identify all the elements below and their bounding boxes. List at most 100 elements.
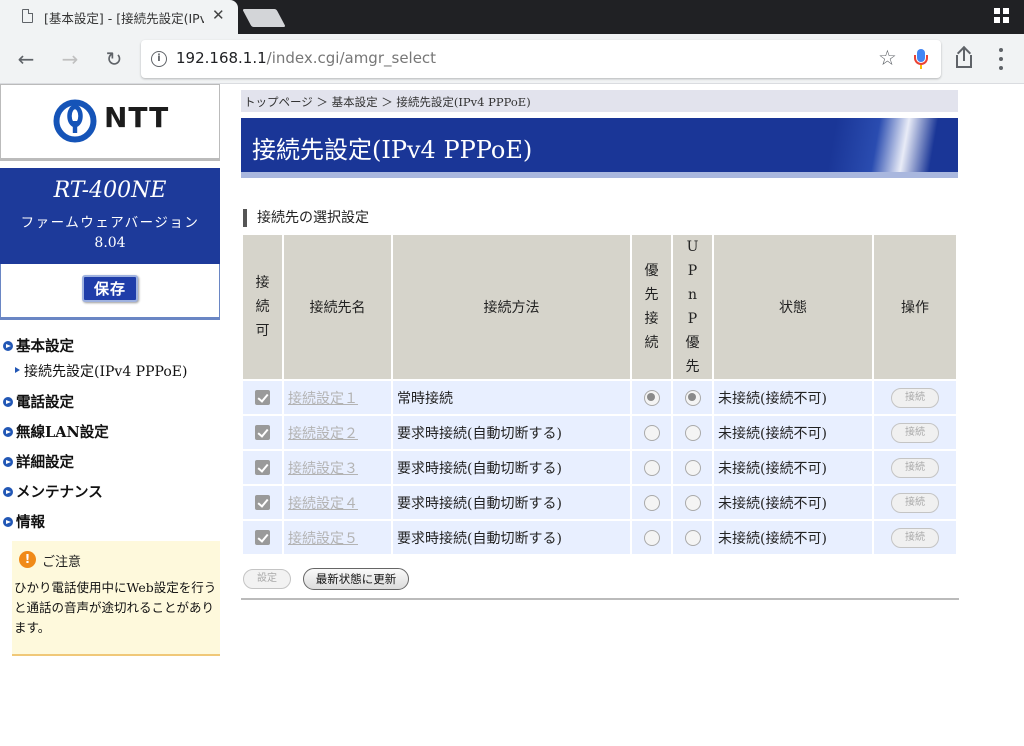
connection-state: 未接続(接続不可) [714, 486, 872, 519]
bullet-icon [3, 341, 13, 351]
set-button[interactable]: 設定 [243, 569, 291, 589]
page-title-bar: 接続先設定(IPv4 PPPoE) [241, 118, 958, 178]
upnp-priority-radio[interactable] [684, 389, 701, 406]
tab-title: [基本設定] - [接続先設定(IPv [44, 11, 204, 26]
connection-table: 接続可 接続先名 接続方法 優先接続 UPnP優先 状態 操作 接続設定１ 常時… [241, 233, 958, 556]
upnp-priority-radio[interactable] [684, 424, 701, 441]
connection-state: 未接続(接続不可) [714, 521, 872, 554]
back-icon[interactable]: ← [13, 46, 39, 72]
microphone-icon[interactable] [914, 49, 928, 69]
connection-state: 未接続(接続不可) [714, 381, 872, 414]
upnp-priority-radio[interactable] [684, 494, 701, 511]
table-row: 接続設定５ 要求時接続(自動切断する) 未接続(接続不可) 接続 [243, 521, 956, 554]
priority-radio[interactable] [643, 424, 660, 441]
save-area: 保存 [0, 264, 220, 320]
bullet-icon [3, 427, 13, 437]
bullet-icon [3, 517, 13, 527]
header-priority: 優先接続 [632, 235, 671, 379]
ntt-logo-icon [53, 99, 97, 143]
nav-phone-settings[interactable]: 電話設定 [3, 391, 74, 412]
tab-overview-icon[interactable] [994, 8, 1010, 24]
header-state: 状態 [714, 235, 872, 379]
enable-checkbox[interactable] [255, 425, 270, 440]
star-icon[interactable]: ☆ [878, 46, 897, 70]
bullet-icon [3, 487, 13, 497]
enable-checkbox[interactable] [255, 530, 270, 545]
connection-state: 未接続(接続不可) [714, 416, 872, 449]
connect-button[interactable]: 接続 [891, 457, 939, 478]
model-panel: RT-400NE ファームウェアバージョン 8.04 [0, 168, 220, 264]
nav-basic-settings[interactable]: 基本設定 [3, 335, 74, 356]
enable-checkbox[interactable] [255, 495, 270, 510]
share-icon[interactable] [955, 45, 973, 69]
connection-name-link[interactable]: 接続設定１ [284, 391, 358, 407]
connection-state: 未接続(接続不可) [714, 451, 872, 484]
notice-body: ひかり電話使用中にWeb設定を行うと通話の音声が途切れることがあります。 [14, 580, 217, 635]
breadcrumb: トップページ ＞ 基本設定 ＞ 接続先設定(IPv4 PPPoE) [241, 90, 958, 112]
section-title: 接続先の選択設定 [243, 209, 369, 227]
close-icon[interactable]: ✕ [212, 6, 225, 24]
model-name: RT-400NE [53, 178, 167, 203]
table-header-row: 接続可 接続先名 接続方法 優先接続 UPnP優先 状態 操作 [243, 235, 956, 379]
priority-radio[interactable] [643, 529, 660, 546]
new-tab-button[interactable] [242, 9, 286, 27]
connect-button[interactable]: 接続 [891, 492, 939, 513]
ntt-logo: NTT [0, 84, 220, 161]
divider [241, 598, 959, 600]
nav-maintenance[interactable]: メンテナンス [3, 481, 103, 502]
table-row: 接続設定４ 要求時接続(自動切断する) 未接続(接続不可) 接続 [243, 486, 956, 519]
reload-icon[interactable]: ↻ [101, 46, 127, 72]
forward-icon[interactable]: → [57, 46, 83, 72]
firmware-label: ファームウェアバージョン [20, 215, 200, 231]
enable-checkbox[interactable] [255, 390, 270, 405]
nav-information[interactable]: 情報 [3, 511, 45, 532]
nav-advanced-settings[interactable]: 詳細設定 [3, 451, 74, 472]
triangle-icon [15, 367, 20, 373]
priority-radio[interactable] [643, 389, 660, 406]
page-icon [22, 9, 33, 23]
connection-name-link[interactable]: 接続設定４ [284, 496, 358, 512]
logo-text: NTT [104, 101, 170, 134]
priority-radio[interactable] [643, 459, 660, 476]
priority-radio[interactable] [643, 494, 660, 511]
browser-tab-bar: [基本設定] - [接続先設定(IPv ✕ [0, 0, 1024, 34]
more-menu-icon[interactable] [998, 48, 1004, 70]
header-method: 接続方法 [393, 235, 630, 379]
header-enable: 接続可 [243, 235, 282, 379]
warning-icon: ! [19, 551, 36, 568]
upnp-priority-radio[interactable] [684, 529, 701, 546]
connection-method: 常時接続 [393, 381, 630, 414]
enable-checkbox[interactable] [255, 460, 270, 475]
url-text[interactable]: 192.168.1.1/index.cgi/amgr_select [176, 49, 436, 67]
connect-button[interactable]: 接続 [891, 422, 939, 443]
browser-toolbar: ← → ↻ i 192.168.1.1/index.cgi/amgr_selec… [0, 34, 1024, 84]
connection-name-link[interactable]: 接続設定２ [284, 426, 358, 442]
notice-title: ご注意 [42, 555, 82, 570]
connection-name-link[interactable]: 接続設定５ [284, 531, 358, 547]
info-icon[interactable]: i [151, 51, 167, 67]
connection-method: 要求時接続(自動切断する) [393, 486, 630, 519]
table-row: 接続設定２ 要求時接続(自動切断する) 未接続(接続不可) 接続 [243, 416, 956, 449]
connection-method: 要求時接続(自動切断する) [393, 451, 630, 484]
refresh-status-button[interactable]: 最新状態に更新 [303, 568, 409, 590]
save-button[interactable]: 保存 [82, 275, 138, 302]
header-upnp-priority: UPnP優先 [673, 235, 712, 379]
nav-wireless-lan-settings[interactable]: 無線LAN設定 [3, 421, 109, 442]
connection-name-link[interactable]: 接続設定３ [284, 461, 358, 477]
nav-connection-settings[interactable]: 接続先設定(IPv4 PPPoE) [15, 361, 187, 381]
address-bar[interactable]: i 192.168.1.1/index.cgi/amgr_select ☆ [141, 40, 941, 78]
connection-method: 要求時接続(自動切断する) [393, 521, 630, 554]
connect-button[interactable]: 接続 [891, 387, 939, 408]
bullet-icon [3, 397, 13, 407]
upnp-priority-radio[interactable] [684, 459, 701, 476]
connection-method: 要求時接続(自動切断する) [393, 416, 630, 449]
page-title: 接続先設定(IPv4 PPPoE) [252, 136, 533, 164]
bullet-icon [3, 457, 13, 467]
connect-button[interactable]: 接続 [891, 527, 939, 548]
browser-tab[interactable]: [基本設定] - [接続先設定(IPv ✕ [0, 0, 238, 34]
header-name: 接続先名 [284, 235, 391, 379]
firmware-version: 8.04 [94, 235, 126, 251]
header-operation: 操作 [874, 235, 956, 379]
table-row: 接続設定３ 要求時接続(自動切断する) 未接続(接続不可) 接続 [243, 451, 956, 484]
table-row: 接続設定１ 常時接続 未接続(接続不可) 接続 [243, 381, 956, 414]
